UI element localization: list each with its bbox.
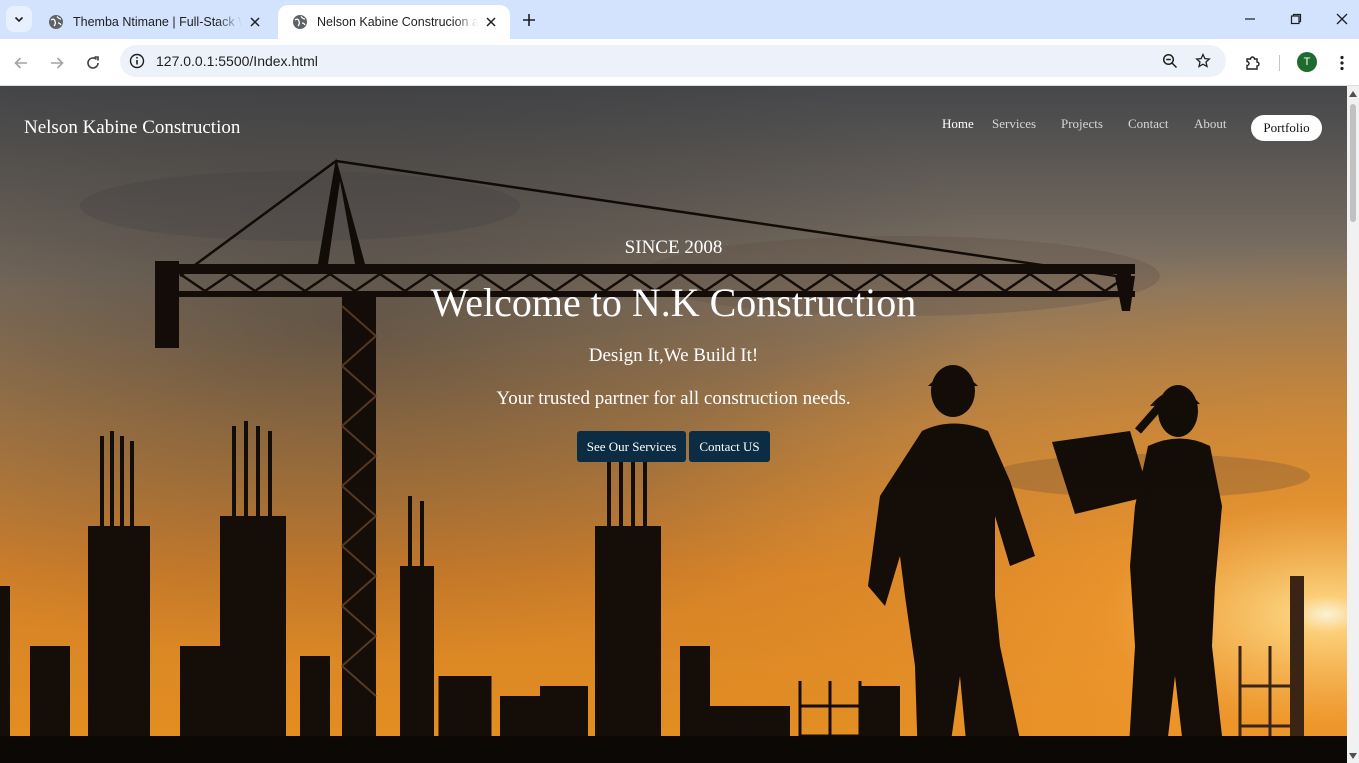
close-tab-button[interactable] xyxy=(246,13,264,31)
close-window-button[interactable] xyxy=(1327,5,1357,33)
triangle-up-icon xyxy=(1349,91,1357,97)
hero-subline: Your trusted partner for all constructio… xyxy=(496,388,851,409)
reload-button[interactable] xyxy=(80,50,106,76)
hero-since-label: SINCE 2008 xyxy=(624,237,723,258)
url-text: 127.0.0.1:5500/Index.html xyxy=(156,53,318,69)
address-bar[interactable]: 127.0.0.1:5500/Index.html xyxy=(120,45,1226,77)
nav-link-about[interactable]: About xyxy=(1194,116,1227,132)
extensions-button[interactable] xyxy=(1240,50,1266,76)
star-icon xyxy=(1195,53,1211,68)
page-viewport: Nelson Kabine Construction Home Services… xyxy=(0,86,1347,763)
site-brand[interactable]: Nelson Kabine Construction xyxy=(24,117,240,139)
tab-title: Themba Ntimane | Full-Stack Web Develope… xyxy=(73,15,242,29)
profile-avatar[interactable]: T xyxy=(1297,52,1317,72)
nav-link-services[interactable]: Services xyxy=(992,116,1036,132)
info-icon xyxy=(129,53,145,69)
scrollbar-thumb[interactable] xyxy=(1350,104,1356,222)
browser-tab-portfolio[interactable]: Themba Ntimane | Full-Stack Web Develope… xyxy=(34,5,274,39)
site-info-button[interactable] xyxy=(127,51,147,71)
close-icon xyxy=(1336,13,1348,25)
nav-link-contact[interactable]: Contact xyxy=(1128,116,1168,132)
browser-menu-button[interactable] xyxy=(1329,50,1355,76)
zoom-out-icon xyxy=(1162,53,1178,69)
new-tab-button[interactable] xyxy=(518,9,540,31)
arrow-right-icon xyxy=(51,57,64,69)
portfolio-button[interactable]: Portfolio xyxy=(1251,115,1322,141)
browser-tab-construction[interactable]: Nelson Kabine Construcion and Projects xyxy=(278,5,510,39)
toolbar-divider xyxy=(1279,55,1280,71)
hero-background-image xyxy=(0,86,1347,763)
page-scrollbar[interactable] xyxy=(1347,86,1359,763)
triangle-down-icon xyxy=(1349,753,1357,759)
restore-icon xyxy=(1290,13,1302,25)
hero-heading: Welcome to N.K Construction xyxy=(430,280,917,325)
tab-title: Nelson Kabine Construcion and Projects xyxy=(317,15,478,29)
kebab-menu-icon xyxy=(1340,55,1344,71)
chevron-down-icon xyxy=(14,16,24,23)
nav-link-projects[interactable]: Projects xyxy=(1061,116,1103,132)
puzzle-icon xyxy=(1246,56,1260,70)
reload-icon xyxy=(87,56,99,69)
forward-button[interactable] xyxy=(44,50,70,76)
scroll-up-arrow[interactable] xyxy=(1349,90,1357,98)
site-header: Nelson Kabine Construction Home Services… xyxy=(0,86,1347,166)
minimize-button[interactable] xyxy=(1235,5,1265,33)
plus-icon xyxy=(523,14,535,26)
tab-search-button[interactable] xyxy=(6,6,32,32)
close-tab-button[interactable] xyxy=(482,13,500,31)
globe-icon xyxy=(293,15,307,29)
browser-tab-strip: Themba Ntimane | Full-Stack Web Develope… xyxy=(0,0,1359,39)
browser-toolbar: 127.0.0.1:5500/Index.html T xyxy=(0,39,1359,86)
restore-button[interactable] xyxy=(1281,5,1311,33)
back-button[interactable] xyxy=(8,50,34,76)
arrow-left-icon xyxy=(14,57,27,69)
globe-icon xyxy=(49,15,63,29)
close-icon xyxy=(486,17,496,27)
bookmark-button[interactable] xyxy=(1193,51,1213,71)
close-icon xyxy=(250,17,260,27)
hero-tagline: Design It,We Build It! xyxy=(588,345,759,366)
scroll-down-arrow[interactable] xyxy=(1349,752,1357,760)
zoom-button[interactable] xyxy=(1160,51,1180,71)
minimize-icon xyxy=(1245,18,1255,20)
see-services-button[interactable]: See Our Services xyxy=(577,431,686,462)
nav-link-home[interactable]: Home xyxy=(942,116,974,132)
contact-us-button[interactable]: Contact US xyxy=(689,431,770,462)
